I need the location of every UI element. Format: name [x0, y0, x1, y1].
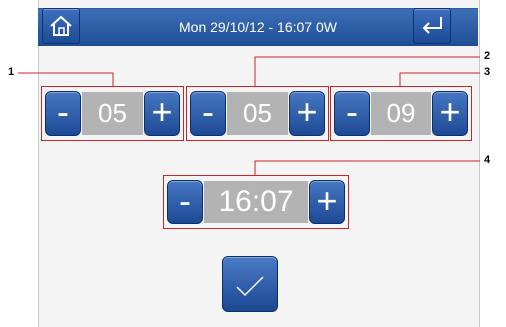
stepper-value: 09: [371, 92, 431, 135]
callout-label-4: 4: [484, 154, 491, 166]
increment-button[interactable]: +: [309, 180, 345, 224]
increment-button[interactable]: +: [144, 91, 180, 136]
increment-button[interactable]: +: [432, 91, 468, 136]
stepper-3: - 09 +: [334, 91, 468, 136]
stepper-value: 05: [82, 92, 143, 135]
stepper-group-1: - 05 +: [41, 86, 184, 141]
decrement-button[interactable]: -: [334, 91, 370, 136]
callout-label-1: 1: [8, 66, 15, 78]
decrement-button[interactable]: -: [45, 91, 81, 136]
stepper-1: - 05 +: [45, 91, 180, 136]
callout-label-2: 2: [484, 50, 491, 62]
stepper-value: 05: [227, 92, 288, 135]
callout-label-3: 3: [484, 66, 491, 78]
stepper-group-2: - 05 +: [186, 86, 329, 141]
decrement-button[interactable]: -: [167, 180, 203, 224]
stepper-2: - 05 +: [190, 91, 325, 136]
time-stepper: - 16:07 +: [167, 180, 345, 224]
confirm-button[interactable]: [222, 256, 278, 312]
increment-button[interactable]: +: [289, 91, 325, 136]
time-value: 16:07: [204, 181, 308, 223]
decrement-button[interactable]: -: [190, 91, 226, 136]
stepper-group-4: - 16:07 +: [163, 175, 349, 229]
checkmark-icon: [236, 276, 264, 297]
stepper-group-3: - 09 +: [330, 86, 472, 141]
